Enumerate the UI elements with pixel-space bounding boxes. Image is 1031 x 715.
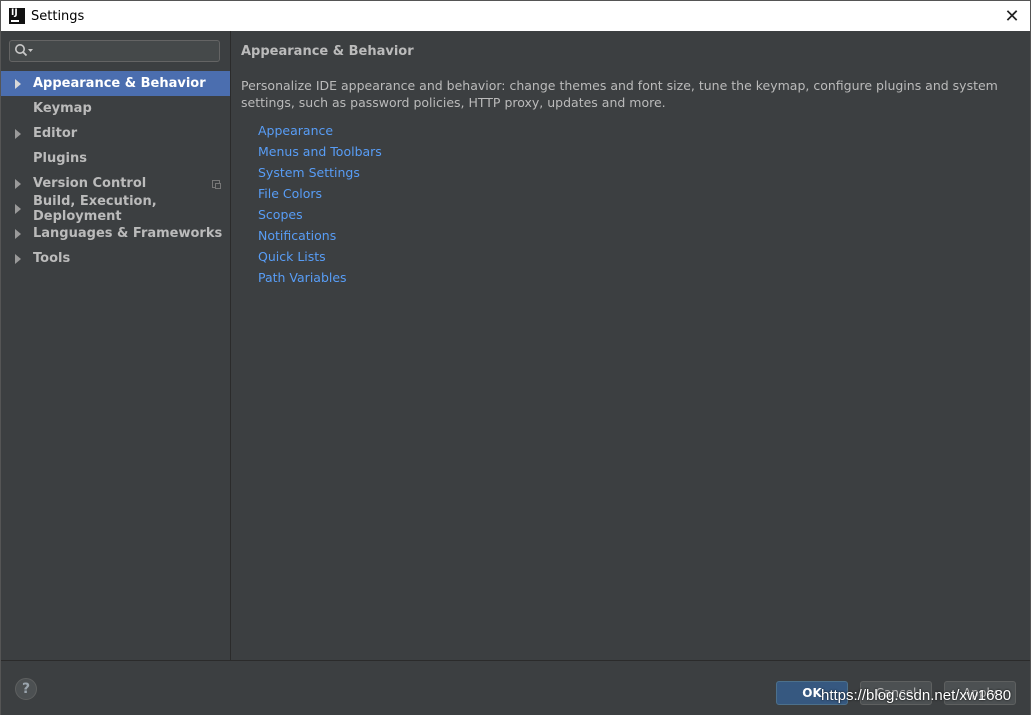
sidebar-item-label: Editor bbox=[33, 126, 78, 141]
expand-arrow-icon[interactable] bbox=[15, 178, 21, 189]
settings-search-input[interactable] bbox=[40, 42, 214, 62]
link-scopes[interactable]: Scopes bbox=[258, 206, 382, 227]
expand-arrow-icon[interactable] bbox=[15, 253, 21, 264]
sidebar-item-label: Build, Execution, Deployment bbox=[33, 193, 157, 224]
title-bar: Settings ✕ bbox=[1, 1, 1030, 31]
link-menus-and-toolbars[interactable]: Menus and Toolbars bbox=[258, 143, 382, 164]
link-path-variables[interactable]: Path Variables bbox=[258, 269, 382, 290]
sidebar-item-appearance-behavior[interactable]: Appearance & Behavior bbox=[1, 71, 230, 96]
sidebar-item-plugins[interactable]: Plugins bbox=[1, 146, 230, 171]
search-icon[interactable] bbox=[14, 43, 34, 63]
expand-arrow-icon[interactable] bbox=[15, 128, 21, 139]
close-icon: ✕ bbox=[1004, 5, 1020, 27]
expand-arrow-icon[interactable] bbox=[15, 78, 21, 89]
settings-window: Settings ✕ Appearance & Behavior Keymap bbox=[0, 0, 1031, 715]
sidebar-item-label: Appearance & Behavior bbox=[33, 76, 206, 91]
sidebar-item-label: Tools bbox=[33, 251, 71, 266]
link-notifications[interactable]: Notifications bbox=[258, 227, 382, 248]
intellij-app-icon bbox=[9, 8, 25, 24]
ok-button-label: OK bbox=[802, 686, 822, 700]
help-icon: ? bbox=[21, 681, 31, 697]
settings-sidebar: Appearance & Behavior Keymap Editor Plug… bbox=[1, 31, 231, 660]
close-button[interactable]: ✕ bbox=[1002, 5, 1022, 27]
settings-tree: Appearance & Behavior Keymap Editor Plug… bbox=[1, 71, 230, 271]
watermark-text: https://blog.csdn.net/xw1680 bbox=[821, 687, 1012, 704]
page-title: Appearance & Behavior bbox=[241, 44, 414, 59]
project-level-icon bbox=[212, 179, 221, 189]
sidebar-item-keymap[interactable]: Keymap bbox=[1, 96, 230, 121]
window-title: Settings bbox=[31, 8, 85, 24]
settings-content-panel: Appearance & Behavior Personalize IDE ap… bbox=[231, 31, 1030, 660]
sidebar-item-languages-frameworks[interactable]: Languages & Frameworks bbox=[1, 221, 230, 246]
link-file-colors[interactable]: File Colors bbox=[258, 185, 382, 206]
sidebar-item-version-control[interactable]: Version Control bbox=[1, 171, 230, 196]
link-quick-lists[interactable]: Quick Lists bbox=[258, 248, 382, 269]
help-button[interactable]: ? bbox=[15, 678, 37, 700]
sidebar-item-label: Keymap bbox=[33, 101, 92, 116]
sidebar-item-label: Plugins bbox=[33, 151, 87, 166]
sidebar-item-label: Version Control bbox=[33, 176, 147, 191]
dialog-footer: ? OK Cancel Apply https://blog.csdn.net/… bbox=[1, 660, 1030, 715]
sidebar-item-build-execution-deployment[interactable]: Build, Execution, Deployment bbox=[1, 193, 230, 224]
settings-search-box[interactable] bbox=[9, 40, 220, 62]
sidebar-item-tools[interactable]: Tools bbox=[1, 246, 230, 271]
link-system-settings[interactable]: System Settings bbox=[258, 164, 382, 185]
subsection-links: Appearance Menus and Toolbars System Set… bbox=[258, 122, 382, 290]
expand-arrow-icon[interactable] bbox=[15, 203, 21, 214]
expand-arrow-icon[interactable] bbox=[15, 228, 21, 239]
sidebar-item-editor[interactable]: Editor bbox=[1, 121, 230, 146]
link-appearance[interactable]: Appearance bbox=[258, 122, 382, 143]
sidebar-item-label: Languages & Frameworks bbox=[33, 226, 223, 241]
page-description: Personalize IDE appearance and behavior:… bbox=[241, 78, 998, 110]
